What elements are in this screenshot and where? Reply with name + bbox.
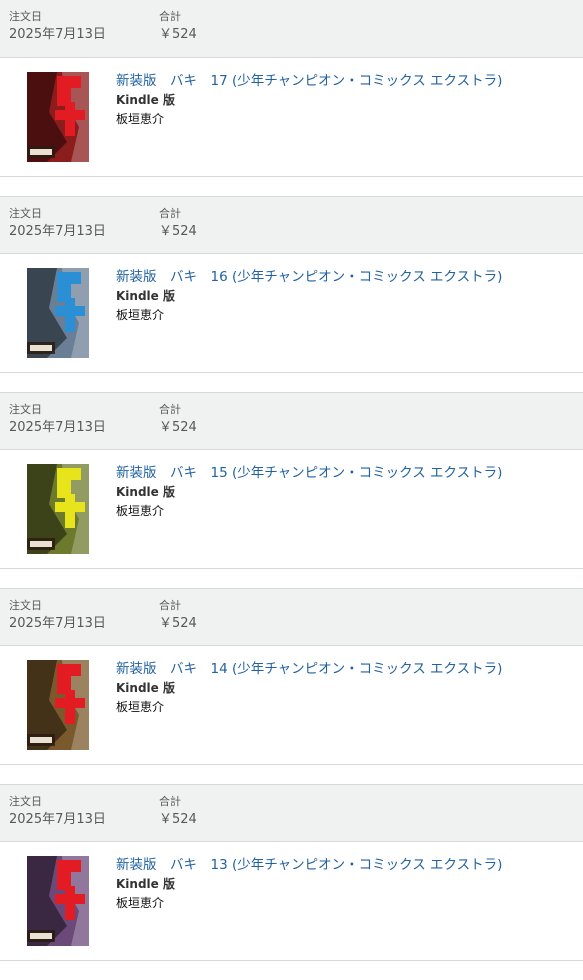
book-cover-image[interactable] <box>27 660 89 750</box>
order-item: 新装版 バキ 17 (少年チャンピオン・コミックス エクストラ) Kindle … <box>0 58 583 177</box>
order-card: 注文日 2025年7月13日 合計 ￥524 <box>0 0 583 196</box>
book-cover-art <box>27 660 89 750</box>
order-date-value: 2025年7月13日 <box>9 224 106 239</box>
book-cover-image[interactable] <box>27 856 89 946</box>
order-date-block: 注文日 2025年7月13日 <box>9 598 106 633</box>
item-info: 新装版 バキ 14 (少年チャンピオン・コミックス エクストラ) Kindle … <box>116 659 502 717</box>
book-format: Kindle 版 <box>116 681 175 695</box>
book-title-link[interactable]: 新装版 バキ 14 (少年チャンピオン・コミックス エクストラ) <box>116 659 502 679</box>
book-cover-art <box>27 856 89 946</box>
order-total-value: ￥524 <box>159 616 197 631</box>
order-total-value: ￥524 <box>159 224 197 239</box>
order-date-block: 注文日 2025年7月13日 <box>9 9 106 44</box>
order-header: 注文日 2025年7月13日 合計 ￥524 <box>0 0 583 58</box>
book-format: Kindle 版 <box>116 93 175 107</box>
book-title-link[interactable]: 新装版 バキ 15 (少年チャンピオン・コミックス エクストラ) <box>116 463 502 483</box>
book-cover-image[interactable] <box>27 464 89 554</box>
book-format: Kindle 版 <box>116 289 175 303</box>
order-total-label: 合計 <box>159 795 181 808</box>
order-date-label: 注文日 <box>9 403 42 416</box>
order-total-value: ￥524 <box>159 420 197 435</box>
book-format: Kindle 版 <box>116 877 175 891</box>
order-date-value: 2025年7月13日 <box>9 616 106 631</box>
book-title-link[interactable]: 新装版 バキ 13 (少年チャンピオン・コミックス エクストラ) <box>116 855 502 875</box>
item-info: 新装版 バキ 13 (少年チャンピオン・コミックス エクストラ) Kindle … <box>116 855 502 913</box>
book-author: 板垣恵介 <box>116 308 165 322</box>
book-title-link[interactable]: 新装版 バキ 17 (少年チャンピオン・コミックス エクストラ) <box>116 71 502 91</box>
book-format: Kindle 版 <box>116 485 175 499</box>
order-total-label: 合計 <box>159 10 181 23</box>
order-total-label: 合計 <box>159 599 181 612</box>
book-author: 板垣恵介 <box>116 504 165 518</box>
order-card: 注文日 2025年7月13日 合計 ￥524 <box>0 588 583 784</box>
item-info: 新装版 バキ 16 (少年チャンピオン・コミックス エクストラ) Kindle … <box>116 267 502 325</box>
order-item: 新装版 バキ 13 (少年チャンピオン・コミックス エクストラ) Kindle … <box>0 842 583 961</box>
book-cover-art <box>27 268 89 358</box>
book-cover-image[interactable] <box>27 72 89 162</box>
book-cover-art <box>27 464 89 554</box>
order-total-label: 合計 <box>159 207 181 220</box>
order-total-block: 合計 ￥524 <box>159 598 197 633</box>
book-author: 板垣恵介 <box>116 112 165 126</box>
order-total-value: ￥524 <box>159 812 197 827</box>
order-header: 注文日 2025年7月13日 合計 ￥524 <box>0 588 583 646</box>
order-total-value: ￥524 <box>159 27 197 42</box>
order-card: 注文日 2025年7月13日 合計 ￥524 <box>0 392 583 588</box>
order-total-block: 合計 ￥524 <box>159 206 197 241</box>
order-item: 新装版 バキ 16 (少年チャンピオン・コミックス エクストラ) Kindle … <box>0 254 583 373</box>
order-card: 注文日 2025年7月13日 合計 ￥524 <box>0 196 583 392</box>
order-list: 注文日 2025年7月13日 合計 ￥524 新装版 バキ 17 (少年チャンピ… <box>0 0 583 980</box>
order-date-block: 注文日 2025年7月13日 <box>9 206 106 241</box>
order-date-label: 注文日 <box>9 207 42 220</box>
order-total-label: 合計 <box>159 403 181 416</box>
order-header: 注文日 2025年7月13日 合計 ￥524 <box>0 196 583 254</box>
item-info: 新装版 バキ 17 (少年チャンピオン・コミックス エクストラ) Kindle … <box>116 71 502 129</box>
book-cover-image[interactable] <box>27 268 89 358</box>
order-date-label: 注文日 <box>9 599 42 612</box>
order-card: 注文日 2025年7月13日 合計 ￥524 <box>0 784 583 980</box>
order-date-value: 2025年7月13日 <box>9 420 106 435</box>
book-cover-art <box>27 72 89 162</box>
order-date-label: 注文日 <box>9 10 42 23</box>
order-header: 注文日 2025年7月13日 合計 ￥524 <box>0 784 583 842</box>
order-header: 注文日 2025年7月13日 合計 ￥524 <box>0 392 583 450</box>
order-date-block: 注文日 2025年7月13日 <box>9 402 106 437</box>
order-total-block: 合計 ￥524 <box>159 402 197 437</box>
order-date-block: 注文日 2025年7月13日 <box>9 794 106 829</box>
order-date-value: 2025年7月13日 <box>9 27 106 42</box>
order-total-block: 合計 ￥524 <box>159 9 197 44</box>
order-total-block: 合計 ￥524 <box>159 794 197 829</box>
book-author: 板垣恵介 <box>116 700 165 714</box>
item-info: 新装版 バキ 15 (少年チャンピオン・コミックス エクストラ) Kindle … <box>116 463 502 521</box>
order-item: 新装版 バキ 15 (少年チャンピオン・コミックス エクストラ) Kindle … <box>0 450 583 569</box>
order-date-value: 2025年7月13日 <box>9 812 106 827</box>
order-item: 新装版 バキ 14 (少年チャンピオン・コミックス エクストラ) Kindle … <box>0 646 583 765</box>
book-author: 板垣恵介 <box>116 896 165 910</box>
order-date-label: 注文日 <box>9 795 42 808</box>
book-title-link[interactable]: 新装版 バキ 16 (少年チャンピオン・コミックス エクストラ) <box>116 267 502 287</box>
